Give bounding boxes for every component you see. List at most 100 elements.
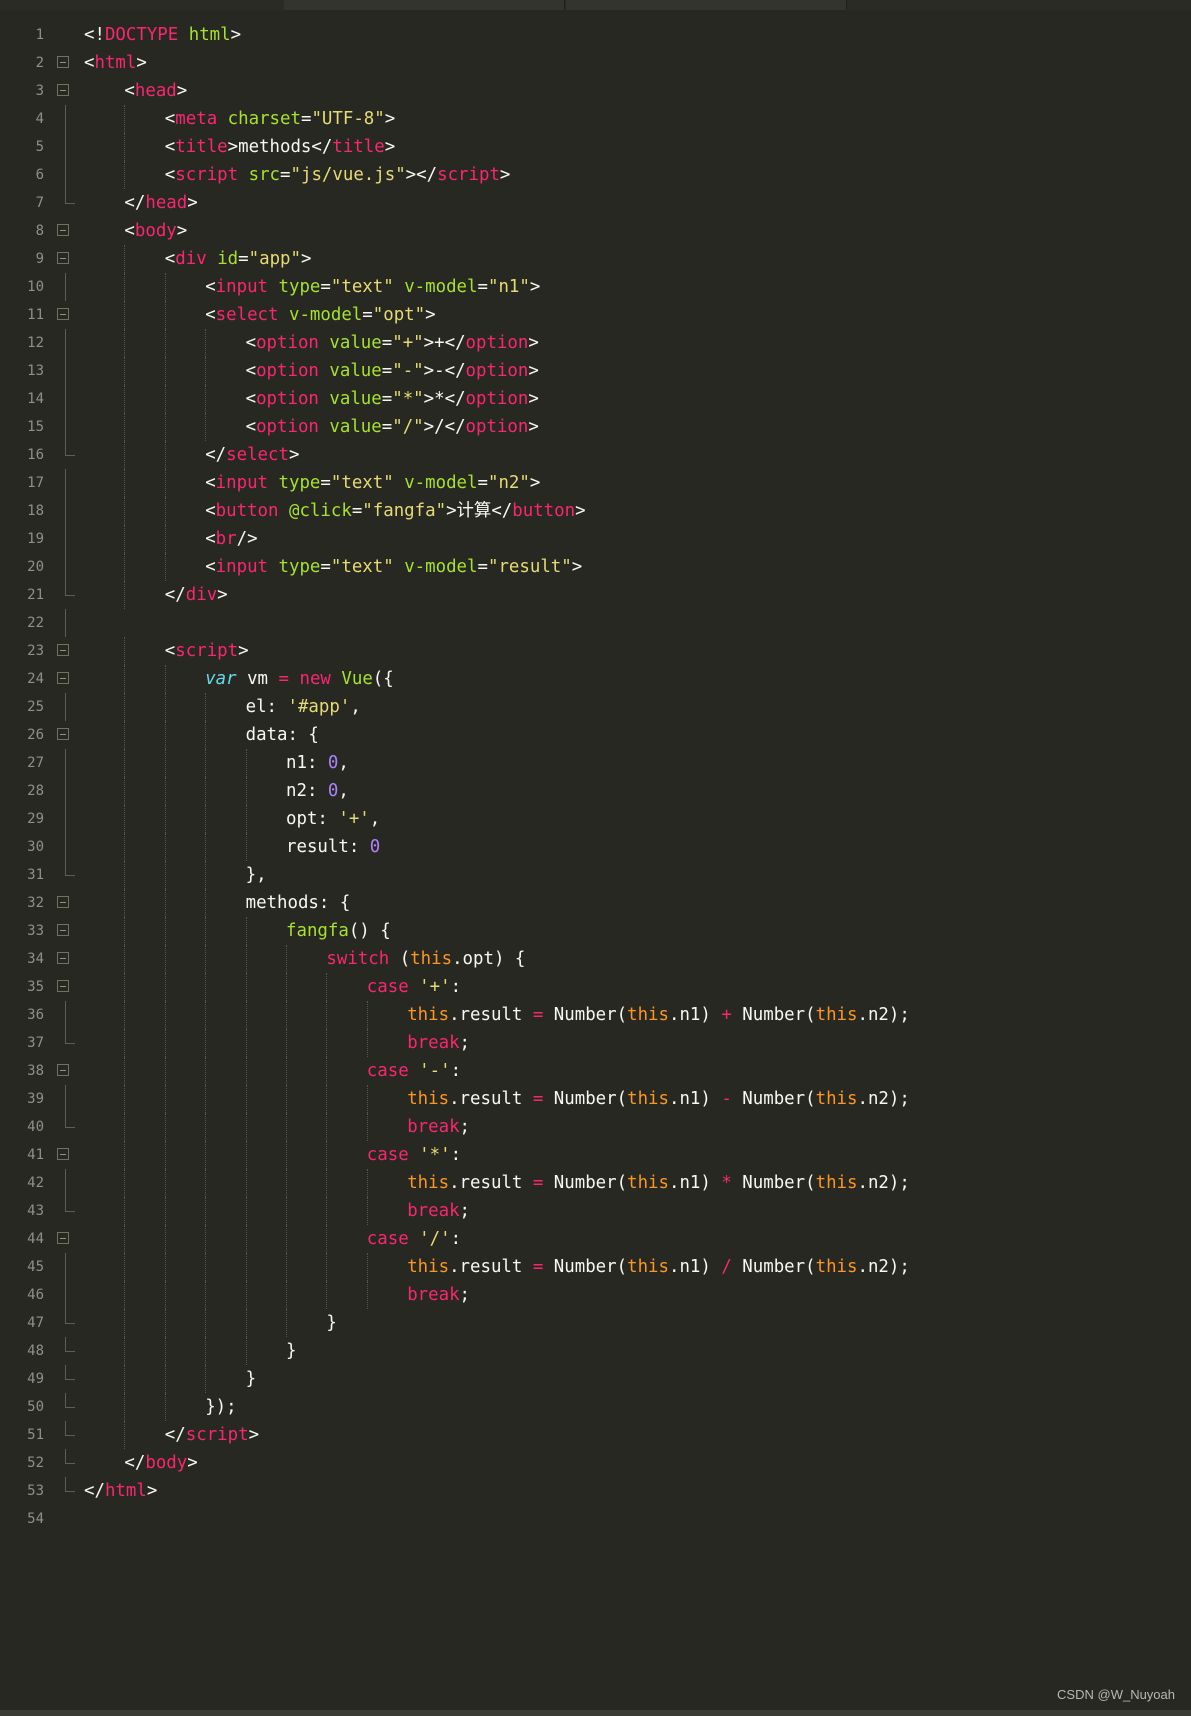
code-text: <head> [124,77,187,105]
fold-toggle-icon[interactable] [57,945,73,973]
code-line[interactable]: 27 n1: 0, [0,749,1191,777]
code-line[interactable]: 50}); [0,1393,1191,1421]
fold-toggle-icon[interactable] [57,1141,73,1169]
indent-guide [164,693,166,721]
code-line[interactable]: 6 <script src="js/vue.js"></script> [0,161,1191,189]
code-line[interactable]: 48} [0,1337,1191,1365]
code-token: option [256,361,319,381]
code-line[interactable]: 28 n2: 0, [0,777,1191,805]
code-line[interactable]: 4 <meta charset="UTF-8"> [0,105,1191,133]
code-token: Number( [731,1173,816,1193]
code-token: v-model [404,473,478,493]
code-line[interactable]: 43 break; [0,1197,1191,1225]
indent-guide [124,133,126,161]
code-line[interactable]: 23 <script> [0,637,1191,665]
code-line[interactable]: 3 <head> [0,77,1191,105]
code-line[interactable]: 35 case '+': [0,973,1191,1001]
code-line[interactable]: 14 <option value="*">*</option> [0,385,1191,413]
code-line[interactable]: 47} [0,1309,1191,1337]
code-line[interactable]: 41 case '*': [0,1141,1191,1169]
code-line[interactable]: 52 </body> [0,1449,1191,1477]
fold-toggle-icon[interactable] [57,665,73,693]
code-token: script [175,165,239,185]
code-line[interactable]: 38 case '-': [0,1057,1191,1085]
fold-toggle-icon[interactable] [57,1057,73,1085]
line-number: 23 [27,643,44,659]
indent-guide [124,721,126,749]
code-text: <div id="app"> [165,245,312,273]
line-number: 52 [27,1455,44,1471]
code-token: + [721,1005,732,1025]
code-token: option [256,389,319,409]
code-line[interactable]: 30 result: 0 [0,833,1191,861]
fold-toggle-icon[interactable] [57,973,73,1001]
code-line[interactable]: 21 </div> [0,581,1191,609]
code-line[interactable]: 17 <input type="text" v-model="n2"> [0,469,1191,497]
indent-guide [245,1169,247,1197]
code-line[interactable]: 24 var vm = new Vue({ [0,665,1191,693]
code-line[interactable]: 7 </head> [0,189,1191,217]
indent-guide [286,1057,287,1085]
code-token: , [338,753,349,773]
code-token: '+' [338,809,370,829]
fold-toggle-icon[interactable] [57,637,73,665]
code-line[interactable]: 1 <!DOCTYPE html> [0,21,1191,49]
code-line[interactable]: 34 switch (this.opt) { [0,945,1191,973]
fold-toggle-icon[interactable] [57,77,73,105]
code-line[interactable]: 10 <input type="text" v-model="n1"> [0,273,1191,301]
code-line[interactable]: 33 fangfa() { [0,917,1191,945]
fold-toggle-icon[interactable] [57,217,73,245]
code-line[interactable]: 2 <html> [0,49,1191,77]
code-line[interactable]: 18 <button @click="fangfa">计算</button> [0,497,1191,525]
code-line[interactable]: 44 case '/': [0,1225,1191,1253]
code-line[interactable]: 45 this.result = Number(this.n1) / Number… [0,1253,1191,1281]
code-line[interactable]: 9 <div id="app"> [0,245,1191,273]
tab-file-1[interactable] [284,0,565,10]
code-line[interactable]: 37 break; [0,1029,1191,1057]
fold-toggle-icon[interactable] [57,917,73,945]
code-line[interactable]: 26 data: { [0,721,1191,749]
indent-guide [286,1225,287,1253]
code-line[interactable]: 31}, [0,861,1191,889]
fold-toggle-icon[interactable] [57,245,73,273]
fold-toggle-icon[interactable] [57,301,73,329]
code-line[interactable]: 19 <br/> [0,525,1191,553]
code-token: Number( [731,1089,816,1109]
fold-toggle-icon[interactable] [57,49,73,77]
code-line[interactable]: 13 <option value="-">-</option> [0,357,1191,385]
tab-file-2[interactable] [566,0,847,10]
fold-guide [57,693,73,721]
code-line[interactable]: 40 break; [0,1113,1191,1141]
code-line[interactable]: 49} [0,1365,1191,1393]
code-line[interactable]: 12 <option value="+">+</option> [0,329,1191,357]
code-token: < [164,249,176,269]
code-line[interactable]: 25 el: '#app', [0,693,1191,721]
fold-toggle-icon[interactable] [57,1225,73,1253]
code-line[interactable]: 22 [0,609,1191,637]
code-line[interactable]: 46 break; [0,1281,1191,1309]
fold-toggle-icon[interactable] [57,721,73,749]
code-line[interactable]: 20 <input type="text" v-model="result"> [0,553,1191,581]
code-text: methods: { [246,889,351,917]
code-line[interactable]: 8 <body> [0,217,1191,245]
code-token: methods: { [245,893,351,913]
code-line[interactable]: 11 <select v-model="opt"> [0,301,1191,329]
code-line[interactable]: 54 [0,1505,1191,1533]
code-line[interactable]: 32 methods: { [0,889,1191,917]
line-number: 27 [27,755,44,771]
code-text: <option value="*">*</option> [246,385,539,413]
indent-guide [124,273,126,301]
code-line[interactable]: 39 this.result = Number(this.n1) - Number… [0,1085,1191,1113]
code-line[interactable]: 36 this.result = Number(this.n1) + Number… [0,1001,1191,1029]
line-number: 43 [27,1203,44,1219]
code-line[interactable]: 53 </html> [0,1477,1191,1505]
code-line[interactable]: 15 <option value="/">/</option> [0,413,1191,441]
code-line[interactable]: 42 this.result = Number(this.n1) * Number… [0,1169,1191,1197]
code-editor[interactable]: 1 <!DOCTYPE html> 2 <html> 3 <head> 4 <meta cha… [0,21,1191,1533]
fold-toggle-icon[interactable] [57,889,73,917]
code-line[interactable]: 29 opt: '+', [0,805,1191,833]
code-line[interactable]: 5 <title>methods</title> [0,133,1191,161]
fold-end-marker [57,189,75,217]
code-line[interactable]: 16 </select> [0,441,1191,469]
code-line[interactable]: 51 </script> [0,1421,1191,1449]
